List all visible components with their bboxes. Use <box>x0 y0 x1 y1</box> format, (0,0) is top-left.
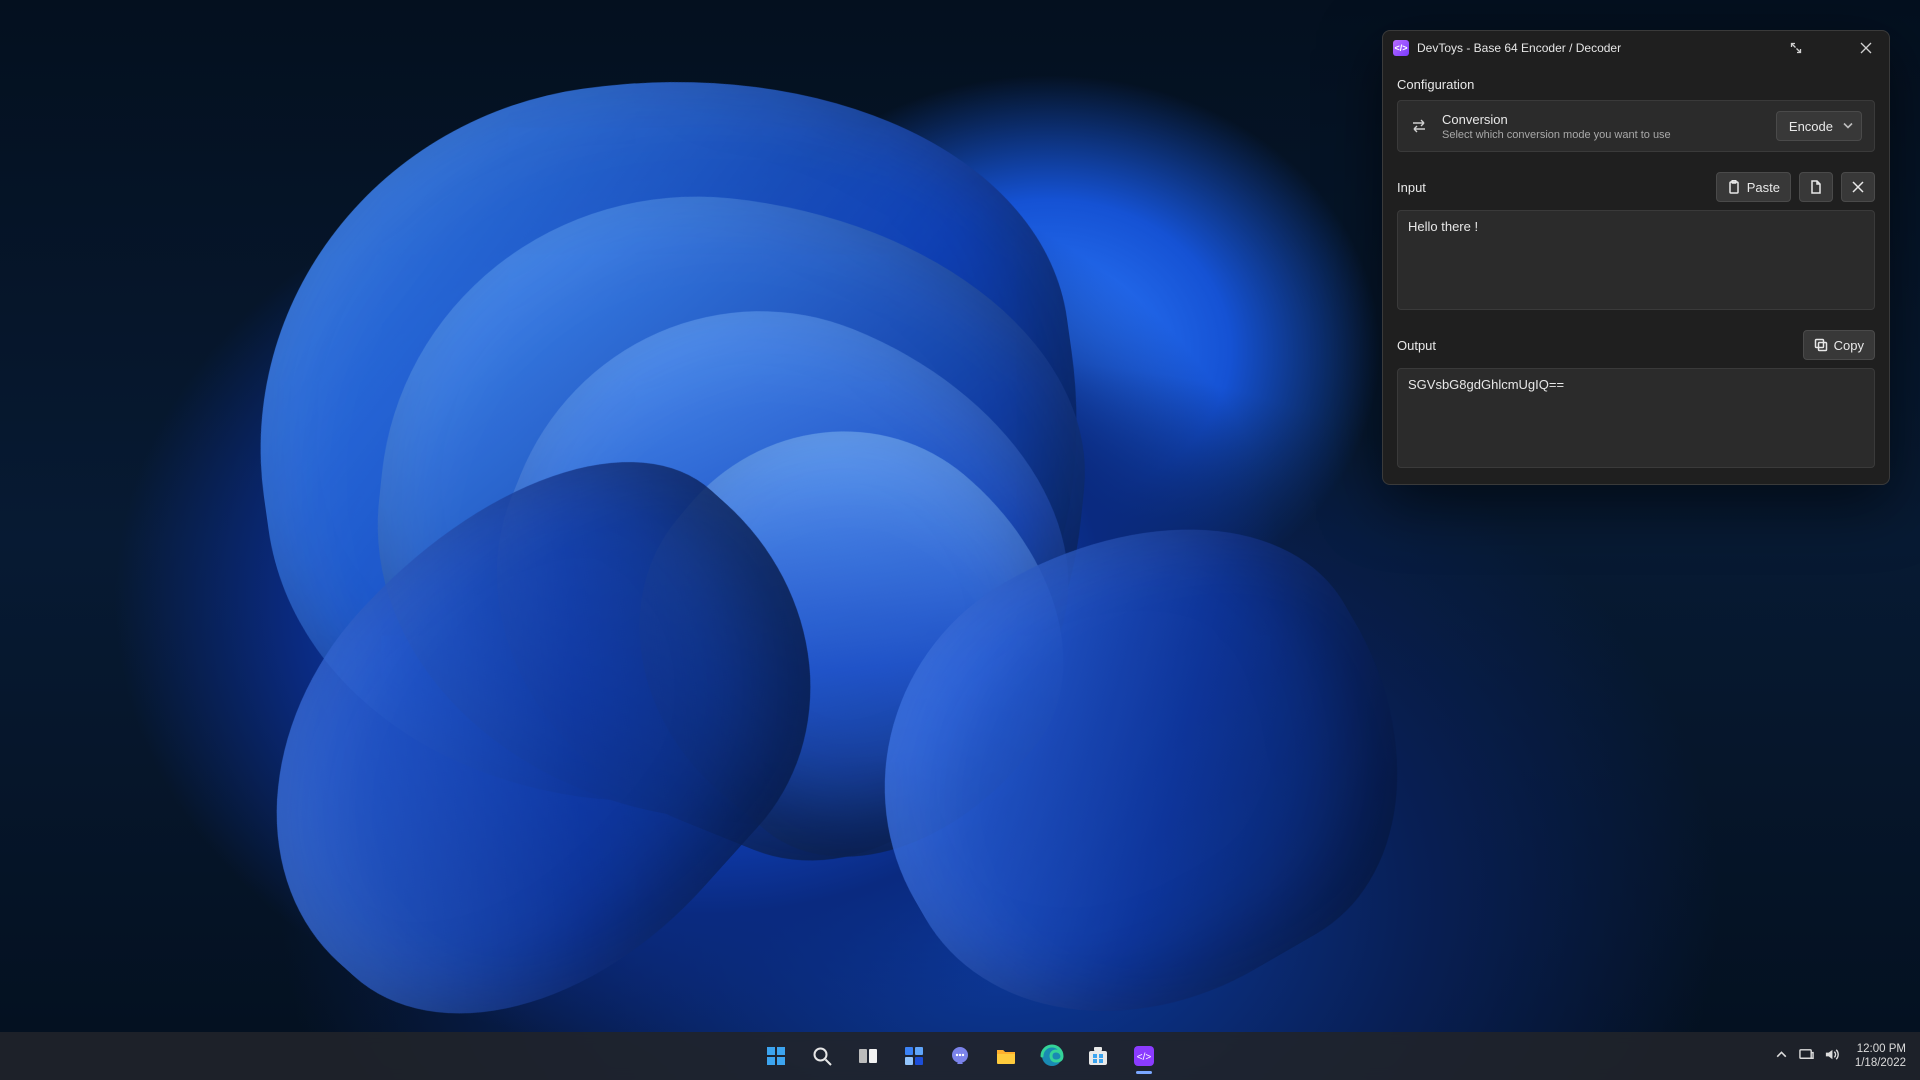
expand-window-button[interactable] <box>1779 31 1813 65</box>
configuration-heading: Configuration <box>1397 77 1875 92</box>
conversion-setting: Conversion Select which conversion mode … <box>1397 100 1875 152</box>
folder-icon <box>994 1044 1018 1068</box>
desktop: </> DevToys - Base 64 Encoder / Decoder … <box>0 0 1920 1080</box>
output-textbox[interactable]: SGVsbG8gdGhlcmUgIQ== <box>1397 368 1875 468</box>
devtoys-app-icon: </> <box>1393 40 1409 56</box>
paste-button-label: Paste <box>1747 180 1780 195</box>
widgets-icon <box>902 1044 926 1068</box>
widgets-button[interactable] <box>894 1036 934 1076</box>
file-explorer-button[interactable] <box>986 1036 1026 1076</box>
task-view-icon <box>856 1044 880 1068</box>
taskbar-time: 12:00 PM <box>1855 1042 1906 1056</box>
devtoys-window: </> DevToys - Base 64 Encoder / Decoder … <box>1382 30 1890 485</box>
chat-icon <box>948 1044 972 1068</box>
swap-arrows-icon <box>1410 117 1428 135</box>
input-value: Hello there ! <box>1408 219 1478 234</box>
copy-icon <box>1814 338 1828 352</box>
file-icon <box>1809 180 1823 194</box>
close-window-button[interactable] <box>1843 31 1889 65</box>
edge-icon <box>1040 1044 1064 1068</box>
taskbar-clock[interactable]: 12:00 PM 1/18/2022 <box>1855 1042 1906 1071</box>
tray-overflow-button[interactable] <box>1774 1047 1789 1065</box>
output-label: Output <box>1397 338 1436 353</box>
task-view-button[interactable] <box>848 1036 888 1076</box>
input-textbox[interactable]: Hello there ! <box>1397 210 1875 310</box>
window-title: DevToys - Base 64 Encoder / Decoder <box>1417 41 1621 55</box>
input-label: Input <box>1397 180 1426 195</box>
open-file-button[interactable] <box>1799 172 1833 202</box>
devtoys-taskbar-button[interactable]: </> <box>1124 1036 1164 1076</box>
clipboard-paste-icon <box>1727 180 1741 194</box>
conversion-mode-select[interactable]: Encode <box>1776 111 1862 141</box>
search-button[interactable] <box>802 1036 842 1076</box>
search-icon <box>810 1044 834 1068</box>
titlebar[interactable]: </> DevToys - Base 64 Encoder / Decoder <box>1383 31 1889 65</box>
start-button[interactable] <box>756 1036 796 1076</box>
conversion-subtitle: Select which conversion mode you want to… <box>1442 129 1762 141</box>
windows-start-icon <box>764 1044 788 1068</box>
taskbar-date: 1/18/2022 <box>1855 1056 1906 1070</box>
svg-text:</>: </> <box>1137 1052 1152 1063</box>
output-value: SGVsbG8gdGhlcmUgIQ== <box>1408 377 1564 392</box>
chat-button[interactable] <box>940 1036 980 1076</box>
store-icon <box>1086 1044 1110 1068</box>
conversion-title: Conversion <box>1442 112 1762 127</box>
paste-button[interactable]: Paste <box>1716 172 1791 202</box>
copy-button-label: Copy <box>1834 338 1864 353</box>
network-icon[interactable] <box>1799 1047 1814 1065</box>
chevron-down-icon <box>1843 119 1853 134</box>
conversion-mode-value: Encode <box>1789 119 1833 134</box>
clear-input-button[interactable] <box>1841 172 1875 202</box>
microsoft-store-button[interactable] <box>1078 1036 1118 1076</box>
edge-button[interactable] <box>1032 1036 1072 1076</box>
system-tray: 12:00 PM 1/18/2022 <box>1774 1032 1912 1080</box>
close-icon <box>1851 180 1865 194</box>
copy-button[interactable]: Copy <box>1803 330 1875 360</box>
taskbar: </> 12:00 PM 1/18/2022 <box>0 1032 1920 1080</box>
devtoys-icon: </> <box>1132 1044 1156 1068</box>
volume-icon[interactable] <box>1824 1047 1839 1065</box>
